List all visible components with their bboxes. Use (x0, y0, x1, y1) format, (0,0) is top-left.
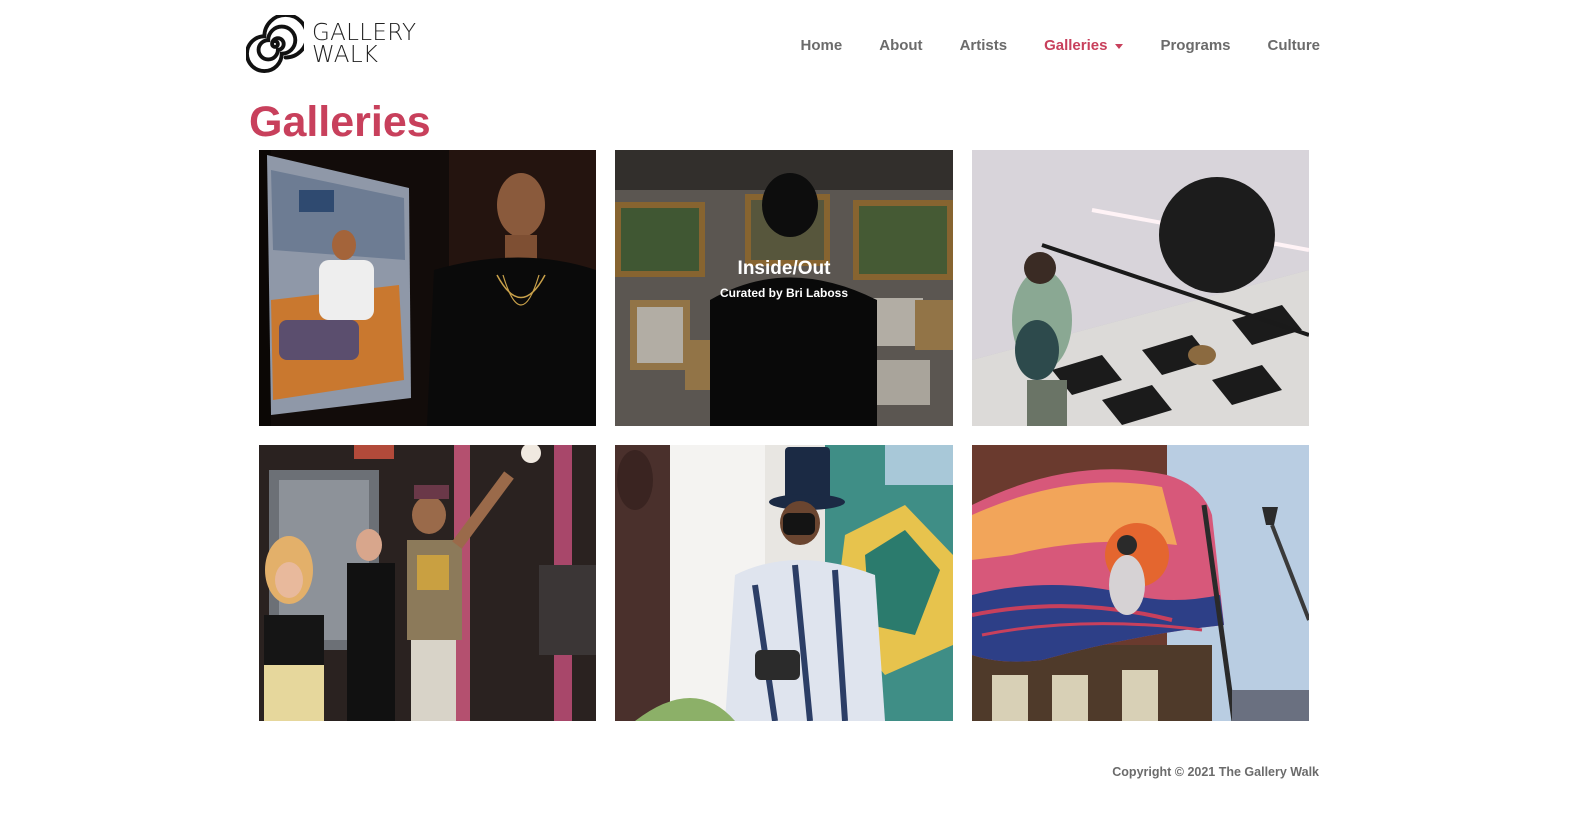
gallery-tile-2[interactable]: Inside/Out Curated by Bri Laboss (615, 150, 953, 426)
gallery-tile-1[interactable] (259, 150, 596, 426)
spiral-logo-icon (246, 15, 304, 73)
footer-copyright: Copyright © 2021 The Gallery Walk (1112, 765, 1319, 779)
gallery-grid: Inside/Out Curated by Bri Laboss (259, 150, 1309, 721)
gallery-curator: Curated by Bri Laboss (719, 286, 849, 300)
nav-programs[interactable]: Programs (1160, 36, 1230, 56)
gallery-tile-2-overlay: Inside/Out Curated by Bri Laboss (615, 150, 953, 426)
brand-line-2: WALK (312, 42, 379, 68)
nav-galleries[interactable]: Galleries (1044, 36, 1124, 56)
caret-down-icon[interactable] (1115, 43, 1124, 49)
gallery-title: Inside/Out (737, 258, 831, 279)
gallery-photo-4 (259, 445, 596, 721)
gallery-photo-5 (615, 445, 953, 721)
nav-galleries-label: Galleries (1044, 37, 1108, 54)
brand-line-1: GALLERY (312, 20, 417, 46)
gallery-tile-4[interactable] (259, 445, 596, 721)
brand-wordmark: GALLERY WALK (312, 20, 417, 68)
gallery-photo-1 (259, 150, 596, 426)
nav-culture[interactable]: Culture (1268, 36, 1321, 56)
gallery-photo-3 (972, 150, 1309, 426)
gallery-tile-6[interactable] (972, 445, 1309, 721)
gallery-photo-6 (972, 445, 1309, 721)
nav-about[interactable]: About (879, 36, 922, 56)
nav-home[interactable]: Home (801, 36, 843, 56)
nav-artists[interactable]: Artists (960, 36, 1008, 56)
page-title: Galleries (249, 98, 431, 146)
gallery-tile-5[interactable] (615, 445, 953, 721)
gallery-tile-3[interactable] (972, 150, 1309, 426)
site-logo[interactable]: GALLERY WALK (246, 14, 416, 74)
main-nav: Home About Artists Galleries Programs Cu… (790, 36, 1320, 56)
